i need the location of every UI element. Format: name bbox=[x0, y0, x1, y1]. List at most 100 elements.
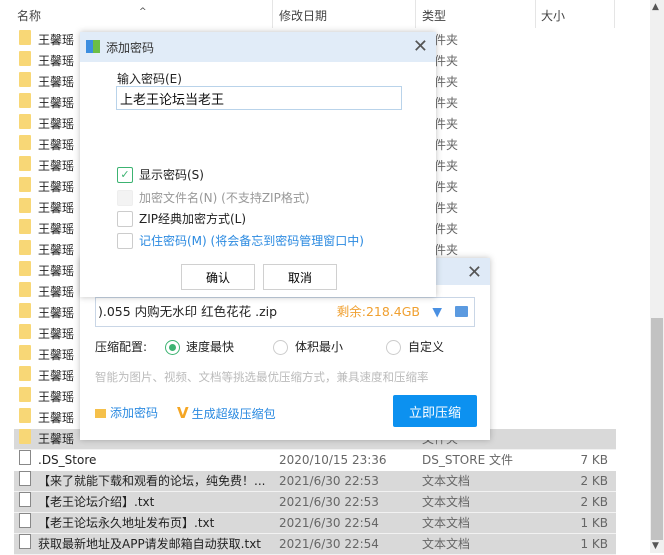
folder-icon bbox=[19, 93, 31, 108]
cell-size: 1 KB bbox=[580, 537, 608, 551]
scroll-up-icon[interactable]: ▲ bbox=[652, 2, 659, 12]
folder-icon bbox=[19, 345, 31, 360]
cell-name: 王馨瑶 bbox=[38, 180, 75, 194]
cell-name: 王馨瑶 bbox=[38, 264, 75, 278]
super-label: 生成超级压缩包 bbox=[191, 407, 276, 421]
column-name[interactable]: 名称 bbox=[17, 7, 41, 24]
cell-type: 文本文档 bbox=[422, 537, 471, 551]
super-archive-link[interactable]: V 生成超级压缩包 bbox=[177, 404, 276, 422]
column-header: ^ 名称 修改日期 类型 大小 bbox=[0, 0, 650, 30]
checkbox-label: 显示密码(S) bbox=[139, 168, 204, 182]
folder-icon bbox=[19, 198, 31, 213]
vip-icon: V bbox=[177, 404, 189, 422]
folder-icon bbox=[19, 429, 31, 444]
column-divider[interactable] bbox=[614, 0, 615, 28]
column-divider[interactable] bbox=[535, 0, 536, 28]
checkbox-box bbox=[117, 233, 133, 249]
radio-fastest[interactable] bbox=[165, 340, 180, 355]
file-row[interactable]: 获取最新地址及APP请发邮箱自动获取.txt 2021/6/30 22:54 文本文… bbox=[14, 534, 616, 555]
lock-icon bbox=[95, 409, 106, 418]
cell-name: 王馨瑶 bbox=[38, 243, 75, 257]
column-divider[interactable] bbox=[415, 0, 416, 28]
password-input[interactable] bbox=[116, 86, 402, 110]
radio-custom[interactable] bbox=[386, 340, 401, 355]
radio-label[interactable]: 体积最小 bbox=[295, 338, 343, 356]
document-icon bbox=[19, 450, 31, 465]
file-row[interactable]: 【老王论坛永久地址发布页】.txt 2021/6/30 22:54 文本文档 1 KB bbox=[14, 513, 616, 534]
cell-name: 获取最新地址及APP请发邮箱自动获取.txt bbox=[38, 537, 262, 551]
folder-icon bbox=[19, 72, 31, 87]
folder-icon bbox=[19, 387, 31, 402]
folder-icon bbox=[19, 366, 31, 381]
cell-name: 王馨瑶 bbox=[38, 96, 75, 110]
cell-name: 王馨瑶 bbox=[38, 54, 75, 68]
cell-type: DS_STORE 文件 bbox=[422, 453, 513, 467]
app-icon bbox=[86, 40, 100, 53]
cell-size: 2 KB bbox=[580, 495, 608, 509]
close-icon[interactable]: ✕ bbox=[413, 36, 428, 57]
cell-date: 2021/6/30 22:53 bbox=[279, 495, 379, 509]
cell-date: 2020/10/15 23:36 bbox=[279, 453, 387, 467]
password-label: 输入密码(E) bbox=[117, 72, 182, 86]
sort-ascending-icon: ^ bbox=[139, 7, 147, 17]
cell-name: 王馨瑶 bbox=[38, 327, 75, 341]
add-password-link[interactable]: 添加密码 bbox=[95, 404, 158, 421]
radio-label[interactable]: 速度最快 bbox=[186, 338, 234, 356]
cell-name: 【来了就能下载和观看的论坛，纯免费！... bbox=[38, 474, 266, 488]
add-password-label: 添加密码 bbox=[110, 406, 159, 420]
cell-name: 王馨瑶 bbox=[38, 117, 75, 131]
compress-now-button[interactable]: 立即压缩 bbox=[393, 395, 477, 427]
column-date[interactable]: 修改日期 bbox=[279, 7, 327, 24]
column-divider[interactable] bbox=[272, 0, 273, 28]
config-label: 压缩配置: bbox=[95, 340, 148, 354]
output-path: ).055 内购无水印 红色花花 .zip bbox=[98, 304, 278, 319]
scrollbar-thumb[interactable] bbox=[651, 318, 663, 540]
cell-date: 2021/6/30 22:54 bbox=[279, 537, 379, 551]
column-type[interactable]: 类型 bbox=[422, 7, 446, 24]
folder-icon bbox=[19, 135, 31, 150]
folder-icon bbox=[19, 408, 31, 423]
close-icon[interactable]: ✕ bbox=[467, 262, 482, 283]
cell-name: 王馨瑶 bbox=[38, 33, 75, 47]
file-row[interactable]: .DS_Store 2020/10/15 23:36 DS_STORE 文件 7 KB bbox=[14, 450, 616, 471]
cell-type: 文本文档 bbox=[422, 495, 471, 509]
cell-name: 王馨瑶 bbox=[38, 306, 75, 320]
cancel-button[interactable]: 取消 bbox=[263, 264, 337, 290]
cell-size: 7 KB bbox=[580, 453, 608, 467]
radio-smallest[interactable] bbox=[273, 340, 288, 355]
folder-icon bbox=[19, 51, 31, 66]
cell-name: 王馨瑶 bbox=[38, 348, 75, 362]
cell-type: 文本文档 bbox=[422, 474, 471, 488]
cell-name: 【老王论坛介绍】.txt bbox=[38, 495, 155, 509]
cell-name: 王馨瑶 bbox=[38, 75, 75, 89]
free-space: 剩余:218.4GB bbox=[336, 304, 420, 319]
checkbox-label: 记住密码(M) (将会备忘到密码管理窗口中) bbox=[139, 234, 364, 248]
radio-label[interactable]: 自定义 bbox=[408, 338, 444, 356]
column-size[interactable]: 大小 bbox=[541, 7, 565, 24]
scroll-down-icon[interactable]: ▼ bbox=[652, 541, 659, 551]
folder-icon[interactable] bbox=[455, 306, 468, 317]
cell-name: 王馨瑶 bbox=[38, 369, 75, 383]
folder-icon bbox=[19, 30, 31, 45]
folder-icon bbox=[19, 114, 31, 129]
cell-name: 王馨瑶 bbox=[38, 222, 75, 236]
cell-date: 2021/6/30 22:54 bbox=[279, 516, 379, 530]
file-row[interactable]: 【老王论坛介绍】.txt 2021/6/30 22:53 文本文档 2 KB bbox=[14, 492, 616, 513]
checkbox-label: 加密文件名(N) (不支持ZIP格式) bbox=[139, 191, 310, 205]
cell-name: 王馨瑶 bbox=[38, 285, 75, 299]
cell-name: 王馨瑶 bbox=[38, 201, 75, 215]
checkbox-box bbox=[117, 211, 133, 227]
output-path-field[interactable]: ).055 内购无水印 红色花花 .zip 剩余:218.4GB ▼ bbox=[95, 297, 475, 327]
folder-icon bbox=[19, 261, 31, 276]
ok-button[interactable]: 确认 bbox=[181, 264, 255, 290]
chevron-down-icon[interactable]: ▼ bbox=[432, 298, 442, 326]
password-titlebar: 添加密码 ✕ bbox=[80, 32, 436, 62]
cell-name: 王馨瑶 bbox=[38, 390, 75, 404]
cell-name: 王馨瑶 bbox=[38, 159, 75, 173]
document-icon bbox=[19, 534, 31, 549]
cell-name: 王馨瑶 bbox=[38, 138, 75, 152]
document-icon bbox=[19, 471, 31, 486]
file-row[interactable]: 【来了就能下载和观看的论坛，纯免费！... 2021/6/30 22:53 文本文档… bbox=[14, 471, 616, 492]
folder-icon bbox=[19, 303, 31, 318]
folder-icon bbox=[19, 282, 31, 297]
